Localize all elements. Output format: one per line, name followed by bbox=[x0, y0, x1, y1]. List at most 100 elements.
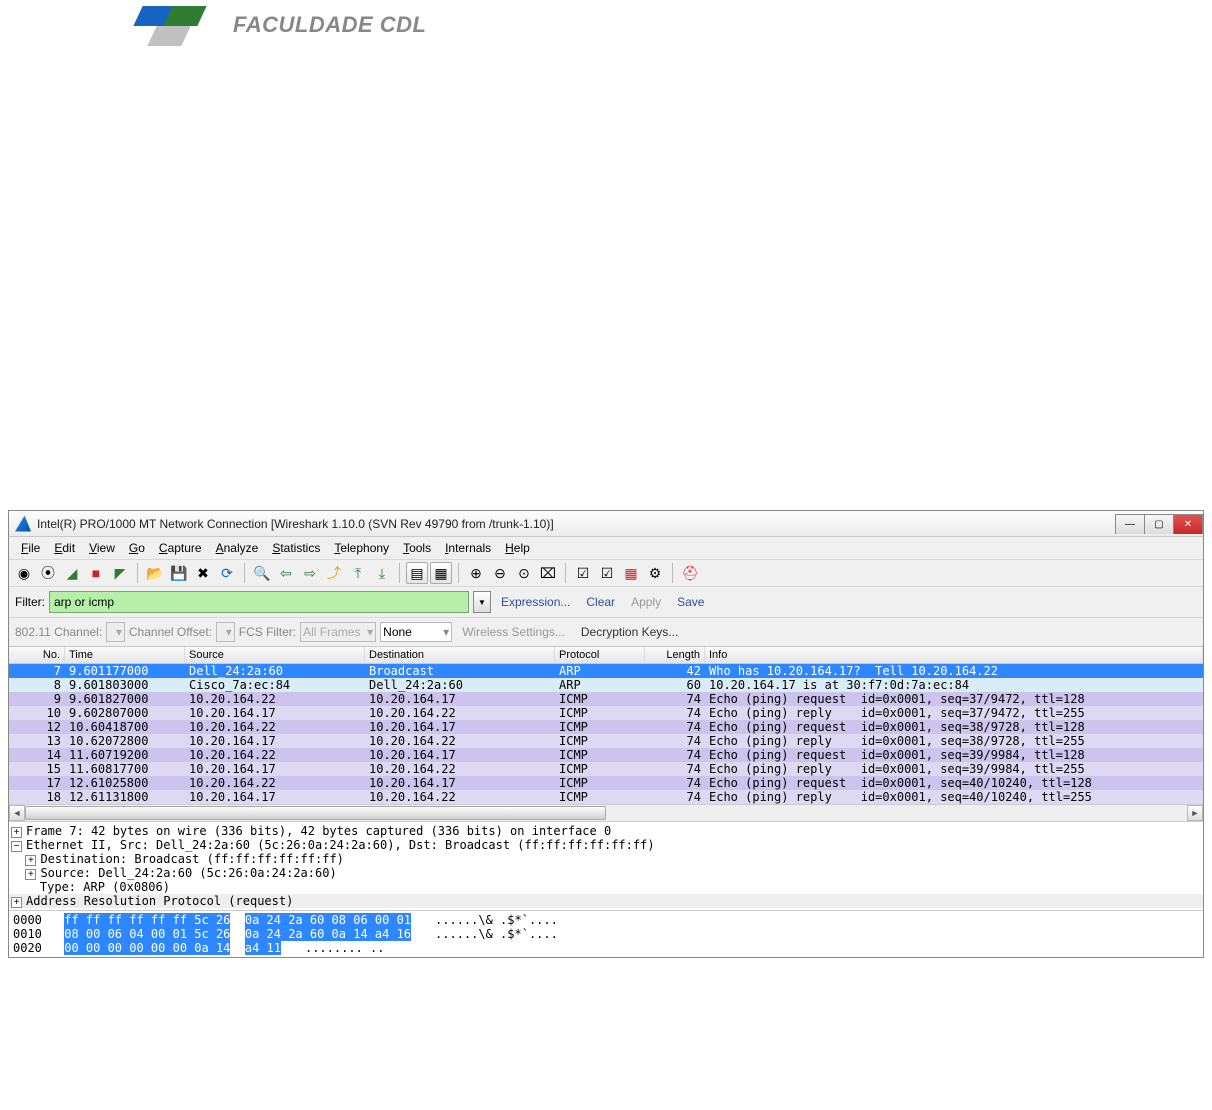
menu-edit[interactable]: Edit bbox=[48, 539, 81, 557]
expand-icon[interactable]: + bbox=[11, 897, 22, 908]
zoom-reset-icon[interactable]: ⊙ bbox=[513, 562, 535, 584]
detail-eth[interactable]: Ethernet II, Src: Dell_24:2a:60 (5c:26:0… bbox=[26, 838, 655, 852]
col-header-no[interactable]: No. bbox=[9, 647, 65, 663]
hex-row[interactable]: 0000 ff ff ff ff ff ff 5c 26 0a 24 2a 60… bbox=[13, 913, 1199, 927]
prefs-icon[interactable]: ⚙ bbox=[644, 562, 666, 584]
packet-row[interactable]: 109.60280700010.20.164.1710.20.164.22ICM… bbox=[9, 706, 1203, 720]
detail-arp[interactable]: Address Resolution Protocol (request) bbox=[26, 894, 293, 908]
scroll-right-icon[interactable]: ► bbox=[1187, 805, 1203, 821]
resize-cols-icon[interactable]: ⌧ bbox=[537, 562, 559, 584]
maximize-button[interactable]: ▢ bbox=[1144, 514, 1174, 534]
packet-row[interactable]: 99.60182700010.20.164.2210.20.164.17ICMP… bbox=[9, 692, 1203, 706]
interfaces-icon[interactable]: ◉ bbox=[13, 562, 35, 584]
packet-row[interactable]: 1310.6207280010.20.164.1710.20.164.22ICM… bbox=[9, 734, 1203, 748]
autoscroll-icon[interactable]: ▦ bbox=[430, 562, 452, 584]
packet-details[interactable]: + Frame 7: 42 bytes on wire (336 bits), 4… bbox=[9, 822, 1203, 911]
open-icon[interactable]: 📂 bbox=[144, 562, 166, 584]
cell: Echo (ping) request id=0x0001, seq=38/97… bbox=[705, 720, 1203, 734]
menu-file[interactable]: File bbox=[15, 539, 46, 557]
detail-type[interactable]: Type: ARP (0x0806) bbox=[40, 880, 170, 894]
menu-view[interactable]: View bbox=[83, 539, 121, 557]
go-back-icon[interactable]: ⇦ bbox=[275, 562, 297, 584]
close-file-icon[interactable]: ✖ bbox=[192, 562, 214, 584]
go-to-icon[interactable]: ⤴ bbox=[323, 562, 345, 584]
cell: 12.61025800 bbox=[65, 776, 185, 790]
filter-input[interactable] bbox=[49, 591, 469, 613]
packet-row[interactable]: 79.601177000Dell_24:2a:60BroadcastARP42W… bbox=[9, 664, 1203, 678]
cell: 10.20.164.17 bbox=[365, 720, 555, 734]
cell: 42 bbox=[645, 664, 705, 678]
packet-row[interactable]: 1812.6113180010.20.164.1710.20.164.22ICM… bbox=[9, 790, 1203, 804]
go-first-icon[interactable]: ⤒ bbox=[347, 562, 369, 584]
offset-combo[interactable]: ▾ bbox=[216, 622, 235, 642]
cell: 10.20.164.17 bbox=[365, 692, 555, 706]
help-icon[interactable]: ⛑ bbox=[679, 562, 701, 584]
expand-icon[interactable]: + bbox=[25, 869, 36, 880]
coloring-rules-icon[interactable]: ▦ bbox=[620, 562, 642, 584]
packet-row[interactable]: 1411.6071920010.20.164.2210.20.164.17ICM… bbox=[9, 748, 1203, 762]
titlebar[interactable]: Intel(R) PRO/1000 MT Network Connection … bbox=[9, 511, 1203, 537]
menu-go[interactable]: Go bbox=[123, 539, 151, 557]
packet-row[interactable]: 1210.6041870010.20.164.2210.20.164.17ICM… bbox=[9, 720, 1203, 734]
colorize-icon[interactable]: ▤ bbox=[406, 562, 428, 584]
menu-tools[interactable]: Tools bbox=[397, 539, 437, 557]
save-icon[interactable]: 💾 bbox=[168, 562, 190, 584]
decrypt-combo[interactable]: None▾ bbox=[380, 622, 452, 642]
fcs-combo[interactable]: All Frames ▾ bbox=[300, 622, 376, 642]
reload-icon[interactable]: ⟳ bbox=[216, 562, 238, 584]
menu-statistics[interactable]: Statistics bbox=[266, 539, 326, 557]
stop-capture-icon[interactable]: ■ bbox=[85, 562, 107, 584]
decryption-keys-button[interactable]: Decryption Keys... bbox=[575, 625, 684, 639]
cell: 10.20.164.17 bbox=[365, 748, 555, 762]
minimize-button[interactable]: — bbox=[1115, 514, 1145, 534]
menu-capture[interactable]: Capture bbox=[153, 539, 208, 557]
detail-frame[interactable]: Frame 7: 42 bytes on wire (336 bits), 42… bbox=[26, 824, 611, 838]
col-header-prot[interactable]: Protocol bbox=[555, 647, 645, 663]
col-header-info[interactable]: Info bbox=[705, 647, 1203, 663]
menu-telephony[interactable]: Telephony bbox=[328, 539, 395, 557]
apply-button[interactable]: Apply bbox=[625, 595, 667, 609]
packet-bytes[interactable]: 0000 ff ff ff ff ff ff 5c 26 0a 24 2a 60… bbox=[9, 911, 1203, 957]
close-button[interactable]: ✕ bbox=[1173, 514, 1203, 534]
packet-row[interactable]: 1511.6081770010.20.164.1710.20.164.22ICM… bbox=[9, 762, 1203, 776]
packet-list-header[interactable]: No. Time Source Destination Protocol Len… bbox=[9, 647, 1203, 664]
collapse-icon[interactable]: − bbox=[11, 841, 22, 852]
hex-row[interactable]: 0010 08 00 06 04 00 01 5c 26 0a 24 2a 60… bbox=[13, 927, 1199, 941]
col-header-dst[interactable]: Destination bbox=[365, 647, 555, 663]
expand-icon[interactable]: + bbox=[25, 855, 36, 866]
packet-row[interactable]: 1712.6102580010.20.164.2210.20.164.17ICM… bbox=[9, 776, 1203, 790]
expression-button[interactable]: Expression... bbox=[495, 595, 576, 609]
find-icon[interactable]: 🔍 bbox=[251, 562, 273, 584]
detail-dst[interactable]: Destination: Broadcast (ff:ff:ff:ff:ff:f… bbox=[40, 852, 343, 866]
options-icon[interactable]: ⦿ bbox=[37, 562, 59, 584]
packet-row[interactable]: 89.601803000Cisco_7a:ec:84Dell_24:2a:60A… bbox=[9, 678, 1203, 692]
scroll-left-icon[interactable]: ◄ bbox=[9, 805, 25, 821]
zoom-in-icon[interactable]: ⊕ bbox=[465, 562, 487, 584]
save-filter-button[interactable]: Save bbox=[671, 595, 710, 609]
menu-analyze[interactable]: Analyze bbox=[210, 539, 265, 557]
zoom-out-icon[interactable]: ⊖ bbox=[489, 562, 511, 584]
channel-combo[interactable]: ▾ bbox=[106, 622, 125, 642]
wireless-settings-button[interactable]: Wireless Settings... bbox=[456, 625, 571, 639]
col-header-len[interactable]: Length bbox=[645, 647, 705, 663]
menu-internals[interactable]: Internals bbox=[439, 539, 497, 557]
menu-help[interactable]: Help bbox=[499, 539, 536, 557]
hex-row[interactable]: 0020 00 00 00 00 00 00 0a 14 a4 11......… bbox=[13, 941, 1199, 955]
cell: 74 bbox=[645, 734, 705, 748]
packet-list[interactable]: No. Time Source Destination Protocol Len… bbox=[9, 647, 1203, 804]
display-filters-icon[interactable]: ☑ bbox=[596, 562, 618, 584]
col-header-time[interactable]: Time bbox=[65, 647, 185, 663]
restart-capture-icon[interactable]: ◤ bbox=[109, 562, 131, 584]
capture-filters-icon[interactable]: ☑ bbox=[572, 562, 594, 584]
go-last-icon[interactable]: ⤓ bbox=[371, 562, 393, 584]
clear-button[interactable]: Clear bbox=[580, 595, 621, 609]
go-forward-icon[interactable]: ⇨ bbox=[299, 562, 321, 584]
expand-icon[interactable]: + bbox=[11, 827, 22, 838]
packet-list-hscroll[interactable]: ◄ ► bbox=[9, 804, 1203, 822]
start-capture-icon[interactable]: ◢ bbox=[61, 562, 83, 584]
scroll-thumb[interactable] bbox=[25, 806, 606, 820]
col-header-src[interactable]: Source bbox=[185, 647, 365, 663]
filter-dropdown-icon[interactable]: ▼ bbox=[473, 591, 491, 613]
detail-src[interactable]: Source: Dell_24:2a:60 (5c:26:0a:24:2a:60… bbox=[40, 866, 336, 880]
cell: ICMP bbox=[555, 720, 645, 734]
